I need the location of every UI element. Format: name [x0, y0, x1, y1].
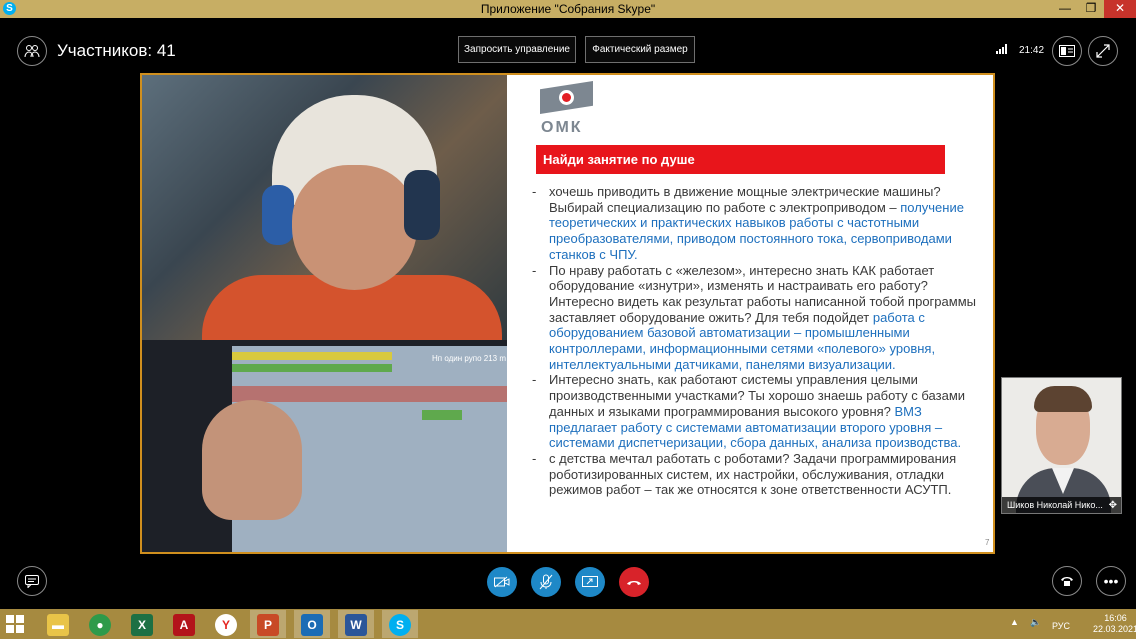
- title-bar: S Приложение "Собрания Skype" — ❐ ✕: [0, 0, 1136, 18]
- engineer-photo: [142, 75, 507, 355]
- monitor-text: Нп один рупо 213 m: [432, 354, 506, 363]
- fullscreen-button[interactable]: [1088, 36, 1118, 66]
- bullet-item: хочешь приводить в движение мощные элект…: [529, 184, 987, 263]
- monitor-strip: [422, 410, 462, 420]
- logo-dot: [559, 90, 574, 105]
- expand-icon: [1096, 44, 1110, 58]
- earmuff-right: [404, 170, 440, 240]
- bullet-item: По нраву работать с «железом», интересно…: [529, 263, 987, 373]
- request-control-button[interactable]: Запросить управление: [458, 36, 576, 63]
- shared-screen: Нп один рупо 213 m ОМК Найди занятие по …: [140, 73, 995, 554]
- taskbar-chrome[interactable]: ●: [82, 610, 118, 638]
- bullet-item: Интересно знать, как работают системы уп…: [529, 372, 987, 451]
- participant-hair: [1034, 386, 1092, 412]
- more-icon: •••: [1103, 573, 1119, 589]
- language-indicator[interactable]: РУС: [1052, 621, 1070, 631]
- phone-icon: [1061, 577, 1073, 586]
- monitor-strip: [232, 386, 507, 402]
- volume-icon[interactable]: 🔈: [1030, 617, 1041, 628]
- participant-name: Шиков Николай Нико...: [1002, 497, 1121, 513]
- share-content-button[interactable]: [575, 567, 605, 597]
- taskbar-explorer[interactable]: ▬: [40, 610, 76, 638]
- taskbar-yandex[interactable]: Y: [208, 610, 244, 638]
- monitor-strip: [232, 364, 392, 372]
- slide-page-number: 7: [985, 538, 990, 547]
- slide-bullets: хочешь приводить в движение мощные элект…: [529, 184, 987, 498]
- taskbar-powerpoint[interactable]: P: [250, 610, 286, 638]
- bullet-item: с детства мечтал работать с роботами? За…: [529, 451, 987, 498]
- word-icon: W: [345, 613, 367, 636]
- chat-button[interactable]: [17, 566, 47, 596]
- earmuff-left: [262, 185, 294, 245]
- minimize-button[interactable]: —: [1052, 0, 1078, 18]
- taskbar-time: 16:06: [1104, 613, 1127, 623]
- taskbar-date: 22.03.2021: [1093, 624, 1136, 634]
- participants-count: Участников: 41: [57, 41, 176, 60]
- skype-icon: S: [389, 613, 411, 636]
- move-icon[interactable]: ✥: [1109, 500, 1117, 511]
- participants-button[interactable]: [17, 36, 47, 66]
- people-icon: [24, 45, 40, 58]
- control-panel-photo: Нп один рупо 213 m: [142, 340, 507, 552]
- taskbar-skype[interactable]: S: [382, 610, 418, 638]
- monitor-strip: [232, 352, 392, 360]
- maximize-button[interactable]: ❐: [1078, 0, 1104, 18]
- hand: [202, 400, 302, 520]
- actual-size-button[interactable]: Фактический размер: [585, 36, 695, 63]
- face: [292, 165, 417, 290]
- slide-heading: Найди занятие по душе: [536, 145, 945, 174]
- taskbar-acrobat[interactable]: A: [166, 610, 202, 638]
- phone-button[interactable]: [1052, 566, 1082, 596]
- layout-icon: [1059, 45, 1075, 57]
- more-options-button[interactable]: •••: [1096, 566, 1126, 596]
- excel-icon: X: [131, 613, 153, 636]
- share-screen-icon: [582, 576, 598, 587]
- close-button[interactable]: ✕: [1104, 0, 1136, 18]
- start-button[interactable]: [6, 615, 25, 633]
- yandex-icon: Y: [215, 613, 237, 636]
- chat-icon: [25, 575, 39, 589]
- mic-off-icon: [539, 574, 553, 590]
- tray-flag-icon[interactable]: ▲: [1010, 617, 1019, 627]
- acrobat-icon: A: [173, 613, 195, 636]
- slide-photo: Нп один рупо 213 m: [142, 75, 507, 552]
- video-off-icon: [494, 576, 510, 588]
- signal-icon: [996, 44, 1008, 54]
- chrome-icon: ●: [89, 613, 111, 636]
- layout-button[interactable]: [1052, 36, 1082, 66]
- hang-up-icon: [627, 581, 641, 585]
- video-toggle-button[interactable]: [487, 567, 517, 597]
- outlook-icon: O: [301, 613, 323, 636]
- participant-video[interactable]: Шиков Николай Нико... ✥: [1001, 377, 1122, 514]
- taskbar-word[interactable]: W: [338, 610, 374, 638]
- hang-up-button[interactable]: [619, 567, 649, 597]
- folder-icon: ▬: [47, 613, 69, 636]
- taskbar-outlook[interactable]: O: [294, 610, 330, 638]
- window-title: Приложение "Собрания Skype": [480, 2, 656, 16]
- logo-text: ОМК: [541, 119, 583, 136]
- omk-logo: ОМК: [540, 81, 595, 141]
- meeting-clock: 21:42: [1019, 45, 1045, 56]
- powerpoint-icon: P: [257, 613, 279, 636]
- taskbar-excel[interactable]: X: [124, 610, 160, 638]
- skype-meeting-window: S Приложение "Собрания Skype" — ❐ ✕ Учас…: [0, 0, 1136, 639]
- taskbar-clock[interactable]: 16:06 22.03.2021: [1093, 613, 1136, 635]
- presentation-slide: ОМК Найди занятие по душе хочешь приводи…: [507, 75, 993, 552]
- mic-toggle-button[interactable]: [531, 567, 561, 597]
